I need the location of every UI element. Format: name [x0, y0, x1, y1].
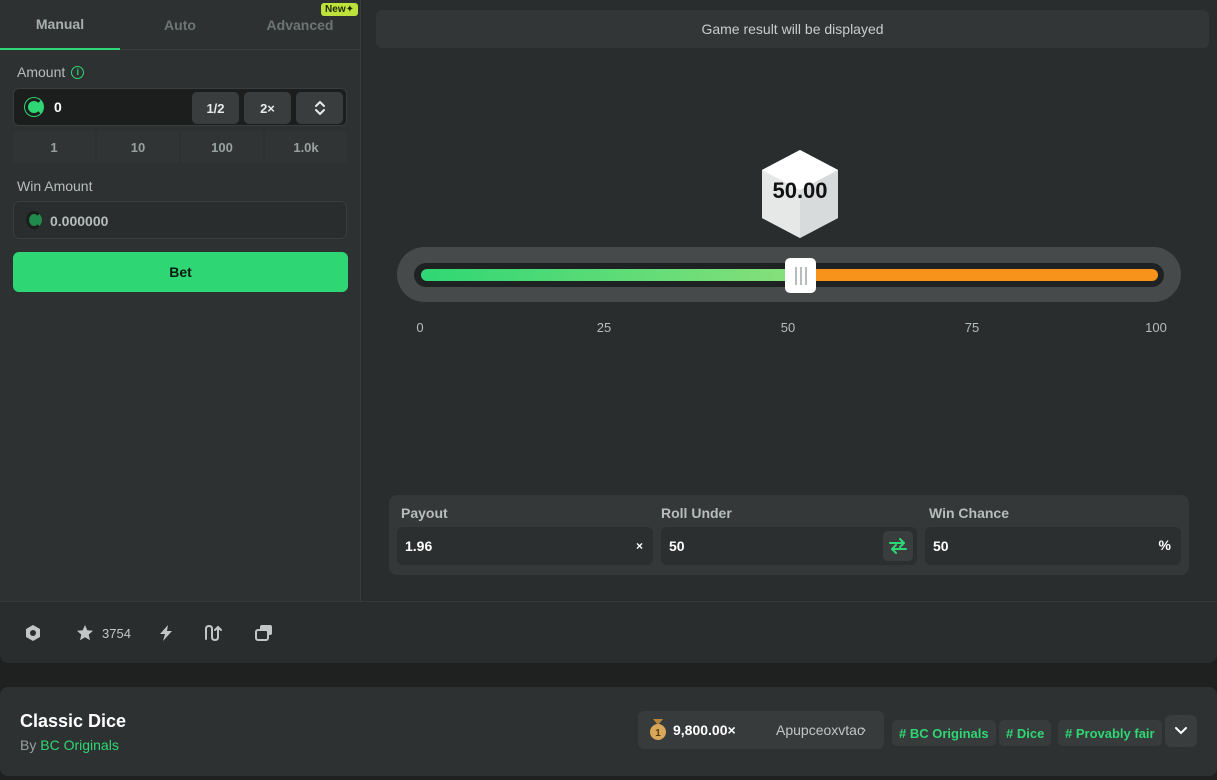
tab-manual[interactable]: Manual — [0, 0, 120, 50]
swap-arrows-icon — [889, 538, 907, 554]
quick-amount-10[interactable]: 10 — [97, 131, 179, 163]
chevron-up-down-icon — [314, 101, 325, 115]
amount-range-button[interactable] — [296, 92, 343, 124]
chevron-down-icon — [1175, 727, 1187, 735]
star-icon — [77, 625, 93, 641]
settings-button[interactable] — [24, 622, 42, 644]
quick-amount-100[interactable]: 100 — [181, 131, 263, 163]
svg-text:1: 1 — [655, 728, 661, 739]
info-icon[interactable]: i — [71, 65, 85, 79]
slider-tick-100: 100 — [1145, 320, 1167, 335]
tag-provably-fair[interactable]: # Provably fair — [1058, 720, 1162, 746]
by-label: By — [20, 737, 37, 753]
payout-input[interactable]: 1.96 × — [397, 527, 653, 565]
lightning-icon — [160, 625, 172, 641]
dice-result-value: 50.00 — [772, 178, 828, 203]
favorites-count: 3754 — [102, 625, 131, 641]
tag-bc-originals[interactable]: # BC Originals — [892, 720, 996, 746]
win-chance-input[interactable]: 50 % — [925, 527, 1181, 565]
top-win-player: Apupceoxvtac — [776, 722, 864, 738]
roll-under-label: Roll Under — [661, 505, 732, 521]
bet-button[interactable]: Bet — [13, 252, 348, 292]
win-amount-value: 0.000000 — [50, 213, 109, 229]
roll-under-input[interactable]: 50 — [661, 527, 917, 565]
game-info-footer: Classic Dice By BC Originals 1 9,800.00×… — [0, 687, 1217, 776]
amount-label: Amount i — [17, 64, 85, 80]
stats-button[interactable] — [204, 622, 222, 644]
coin-icon — [26, 212, 42, 228]
coin-icon — [24, 97, 44, 117]
slider-tick-25: 25 — [596, 320, 612, 335]
slider-handle[interactable] — [785, 258, 816, 293]
expand-info-button[interactable] — [1165, 715, 1197, 747]
tag-dice[interactable]: # Dice — [999, 720, 1052, 746]
top-win-multiplier: 9,800.00× — [673, 722, 736, 738]
slider-win-zone — [421, 269, 801, 281]
amount-input[interactable]: 0 1/2 2× — [13, 88, 347, 126]
amount-label-text: Amount — [17, 64, 66, 80]
popout-button[interactable] — [254, 622, 274, 644]
quick-amounts: 1 10 100 1.0k — [13, 131, 347, 163]
tab-advanced[interactable]: Advanced New✦ — [240, 0, 360, 50]
favorite-button[interactable]: 3754 — [76, 622, 131, 644]
win-amount-field: 0.000000 — [13, 201, 347, 239]
game-toolbar: 3754 — [0, 601, 1217, 663]
amount-value[interactable]: 0 — [54, 99, 62, 115]
slider-tick-0: 0 — [416, 320, 424, 335]
payout-label: Payout — [401, 505, 448, 521]
roll-under-value: 50 — [669, 538, 685, 554]
tab-auto[interactable]: Auto — [120, 0, 240, 50]
game-result-bar: Game result will be displayed — [376, 10, 1209, 48]
trend-icon — [205, 624, 222, 642]
payout-multiplier-suffix: × — [635, 539, 643, 553]
top-win-button[interactable]: 1 9,800.00× Apupceoxvtac › — [638, 711, 884, 749]
bet-parameters-panel: Payout 1.96 × Roll Under 50 Win Chance 5… — [389, 495, 1189, 575]
chevron-right-icon: › — [861, 721, 866, 737]
mode-tabs: Manual Auto Advanced New✦ — [0, 0, 361, 50]
bet-controls-panel: Manual Auto Advanced New✦ Amount i 0 1/2… — [0, 0, 361, 601]
dice: 50.00 — [758, 148, 842, 240]
payout-value: 1.96 — [405, 538, 433, 554]
win-amount-label: Win Amount — [17, 178, 93, 194]
provider-link[interactable]: BC Originals — [40, 737, 119, 753]
slider-tick-75: 75 — [964, 320, 980, 335]
settings-hex-icon — [26, 625, 40, 641]
slider-tick-50: 50 — [780, 320, 796, 335]
double-amount-button[interactable]: 2× — [244, 92, 291, 124]
new-badge: New✦ — [321, 3, 358, 16]
windows-icon — [255, 625, 272, 641]
swap-direction-button[interactable] — [883, 531, 913, 561]
half-amount-button[interactable]: 1/2 — [192, 92, 239, 124]
slider-lose-zone — [798, 269, 1158, 281]
medal-icon: 1 — [650, 719, 666, 740]
game-title: Classic Dice — [20, 711, 127, 731]
win-chance-value: 50 — [933, 538, 949, 554]
provider-line: By BC Originals — [20, 737, 119, 753]
tab-advanced-label: Advanced — [266, 17, 334, 33]
quick-amount-1[interactable]: 1 — [13, 131, 95, 163]
quick-amount-1k[interactable]: 1.0k — [265, 131, 347, 163]
hotkeys-button[interactable] — [158, 622, 174, 644]
win-chance-label: Win Chance — [929, 505, 1009, 521]
game-panel: Manual Auto Advanced New✦ Amount i 0 1/2… — [0, 0, 1217, 663]
win-chance-percent-suffix: % — [1158, 537, 1171, 553]
